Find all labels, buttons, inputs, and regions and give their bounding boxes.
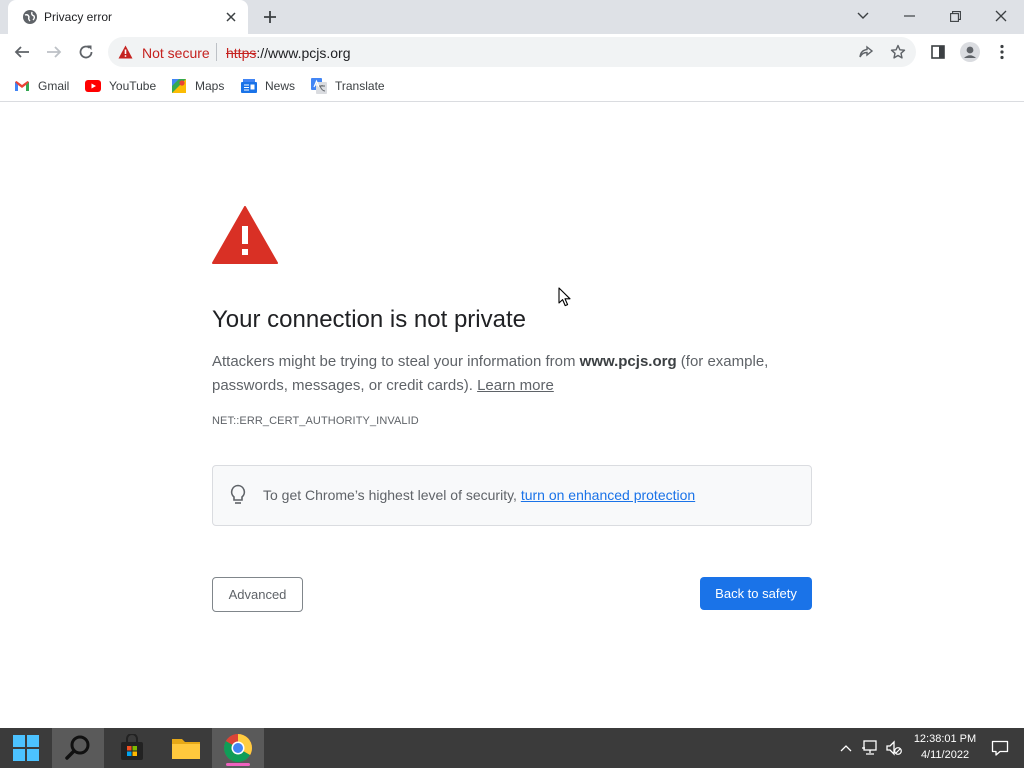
promo-text: To get Chrome’s highest level of securit… [263,487,695,503]
error-explanation: Attackers might be trying to steal your … [212,350,812,398]
bookmark-maps[interactable]: Maps [171,76,224,96]
back-to-safety-button[interactable]: Back to safety [700,577,812,610]
restore-button[interactable] [932,0,978,32]
enhanced-protection-link[interactable]: turn on enhanced protection [521,487,695,503]
bookmark-label: News [265,79,296,93]
search-taskbar-button[interactable] [52,728,104,768]
menu-button[interactable] [988,38,1016,66]
clock-date: 4/11/2022 [920,749,970,761]
warning-triangle-icon [212,206,278,264]
omnibox-divider [216,43,217,61]
file-explorer-icon [172,739,200,759]
bookmark-star-icon[interactable] [888,42,908,62]
url-scheme: https [226,45,257,61]
reload-button[interactable] [72,38,100,66]
gmail-icon [14,78,30,94]
bookmark-label: Gmail [38,79,70,93]
close-window-button[interactable] [978,0,1024,32]
clock-time: 12:38:01 PM [913,733,977,745]
notifications-button[interactable] [990,738,1010,758]
bookmark-translate[interactable]: Translate [311,76,385,96]
start-icon [13,735,39,761]
side-panel-icon [931,45,945,59]
page-title: Your connection is not private [212,306,526,333]
search-icon [65,735,90,760]
reload-icon [79,45,93,59]
tab-title: Privacy error [44,10,113,24]
store-taskbar-button[interactable] [106,728,158,768]
url-text[interactable]: https://www.pcjs.org [226,45,351,61]
tab-close-icon[interactable] [222,8,240,26]
tab-privacy-error[interactable]: Privacy error [8,0,248,34]
news-icon [241,78,257,94]
interstitial-page: Your connection is not private Attackers… [0,103,1024,728]
bookmark-label: YouTube [109,79,157,93]
side-panel-button[interactable] [924,38,952,66]
plus-icon [264,11,276,23]
explanation-host: www.pcjs.org [579,353,677,370]
enhanced-protection-promo: To get Chrome’s highest level of securit… [212,465,812,526]
minimize-icon [903,15,915,17]
bookmark-news[interactable]: News [241,76,295,96]
address-bar[interactable]: Not secure https://www.pcjs.org [108,37,916,67]
volume-tray-button[interactable] [884,738,904,758]
arrow-left-icon [14,46,29,58]
browser-toolbar: Not secure https://www.pcjs.org [0,34,1024,70]
share-icon[interactable] [856,42,876,62]
bookmark-label: Maps [195,79,225,93]
kebab-menu-icon [1000,44,1004,60]
store-icon [121,734,143,760]
bookmarks-bar: Gmail YouTube Maps News Translate [0,70,1024,102]
promo-text-prefix: To get Chrome’s highest level of securit… [263,487,521,503]
mouse-cursor-icon [558,287,572,307]
maps-icon [171,78,187,94]
arrow-right-icon [47,46,62,58]
profile-button[interactable] [956,38,984,66]
chrome-icon [224,734,252,762]
back-button[interactable] [8,38,36,66]
network-icon [862,740,877,755]
not-secure-warning-icon[interactable] [118,45,133,59]
bookmark-label: Translate [335,79,385,93]
chrome-taskbar-button[interactable] [212,728,264,768]
active-app-indicator [226,763,250,766]
translate-icon [311,78,327,94]
url-host: ://www.pcjs.org [256,45,351,61]
forward-button[interactable] [40,38,68,66]
start-button[interactable] [0,728,52,768]
speaker-muted-icon [886,740,902,756]
bookmark-gmail[interactable]: Gmail [14,76,69,96]
lightbulb-icon [229,484,247,506]
chevron-up-icon [840,745,852,752]
system-clock[interactable]: 12:38:01 PM 4/11/2022 [906,731,984,763]
close-icon [995,10,1007,22]
restore-icon [949,10,961,22]
new-tab-button[interactable] [258,5,282,29]
chevron-down-icon [857,12,869,19]
bookmark-youtube[interactable]: YouTube [85,76,156,96]
youtube-icon [85,78,101,94]
learn-more-link[interactable]: Learn more [477,377,554,394]
globe-icon [22,9,38,25]
profile-avatar-icon [960,42,980,62]
file-explorer-taskbar-button[interactable] [160,728,212,768]
network-tray-button[interactable] [860,738,880,758]
notification-icon [991,740,1009,756]
minimize-button[interactable] [886,0,932,32]
show-hidden-icons-button[interactable] [836,738,856,758]
error-code: NET::ERR_CERT_AUTHORITY_INVALID [212,415,419,427]
advanced-button[interactable]: Advanced [212,577,303,612]
tab-search-button[interactable] [840,0,886,32]
tab-strip: Privacy error [0,0,1024,34]
explanation-text: Attackers might be trying to steal your … [212,353,580,370]
security-status-label[interactable]: Not secure [142,45,210,61]
taskbar: 12:38:01 PM 4/11/2022 [0,728,1024,768]
